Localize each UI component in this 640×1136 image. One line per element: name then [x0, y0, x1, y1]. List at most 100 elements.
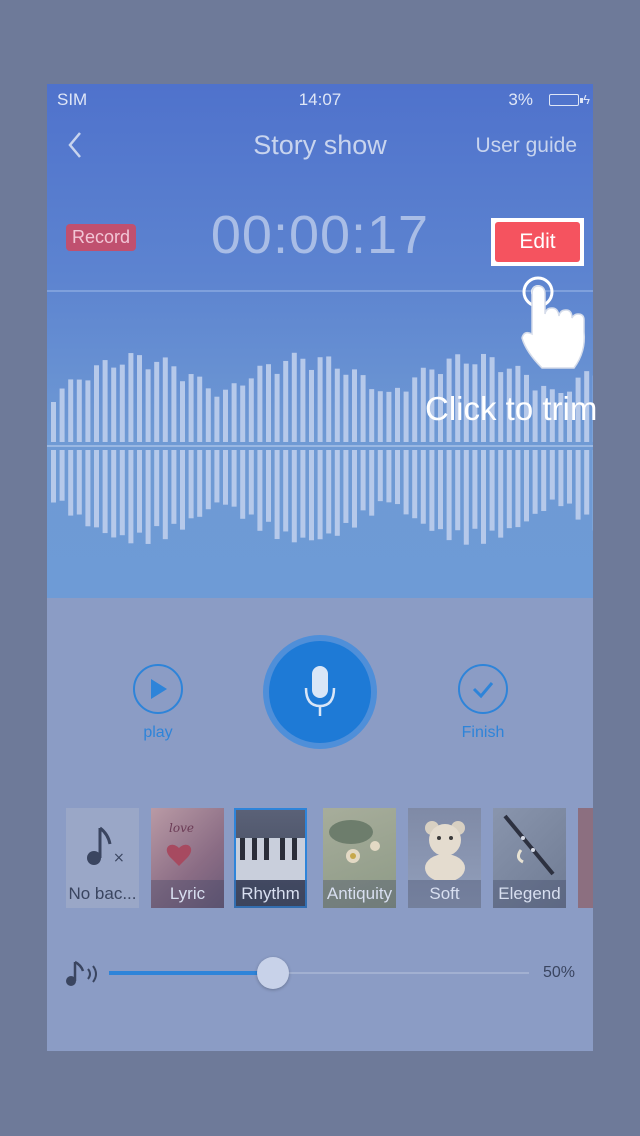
style-antiquity[interactable]: Antiquity: [323, 808, 396, 908]
record-button-inner[interactable]: [269, 641, 371, 743]
style-elegend[interactable]: Elegend: [493, 808, 566, 908]
wave-bar-bottom: [197, 450, 203, 517]
wave-bar-bottom: [524, 450, 529, 522]
wave-bar-bottom: [455, 450, 461, 531]
wave-bar-top: [403, 391, 409, 442]
wave-bar-bottom: [171, 450, 177, 524]
love-heart-image: love: [166, 821, 194, 866]
user-guide-link[interactable]: User guide: [475, 134, 577, 158]
volume-slider-knob[interactable]: [257, 957, 289, 989]
wave-bar-top: [352, 369, 357, 442]
wave-bar-top: [145, 369, 151, 442]
wave-bar-top: [395, 387, 400, 442]
record-button[interactable]: [263, 635, 377, 749]
wave-bar-bottom: [59, 450, 65, 501]
wave-bar-bottom: [438, 450, 443, 530]
wave-bar-bottom: [515, 450, 521, 528]
lotus-painting-image: [329, 820, 380, 863]
wave-bar-bottom: [360, 450, 366, 511]
wave-bar-bottom: [412, 450, 418, 519]
piano-keys-image: [234, 838, 307, 880]
wave-bar-bottom: [420, 450, 426, 524]
wave-bar-top: [309, 369, 314, 442]
wave-bar-bottom: [300, 450, 306, 538]
wave-bar-top: [386, 391, 392, 442]
volume-fill: [109, 971, 273, 975]
wave-bar-top: [94, 365, 99, 442]
style-no-background[interactable]: × No bac...: [66, 808, 139, 908]
nav-bar: Story show User guide: [47, 124, 593, 170]
wave-bar-bottom: [51, 450, 56, 503]
finish-button[interactable]: [458, 664, 508, 714]
wave-bar-bottom: [283, 450, 289, 532]
wave-bar-bottom: [223, 450, 228, 505]
style-rhythm[interactable]: Rhythm: [234, 808, 307, 908]
wave-bar-bottom: [248, 450, 254, 515]
wave-bar-bottom: [463, 450, 469, 545]
wave-bar-top: [248, 378, 254, 442]
wave-bar-bottom: [472, 450, 478, 529]
wave-bar-bottom: [180, 450, 185, 530]
wave-bar-bottom: [231, 450, 237, 507]
wave-bar-top: [291, 352, 297, 442]
wave-bar-bottom: [343, 450, 349, 523]
wave-bar-bottom: [369, 450, 375, 516]
style-partial[interactable]: [578, 808, 593, 908]
wave-bar-top: [257, 365, 263, 442]
wave-bar-top: [360, 375, 366, 442]
check-icon: [472, 682, 494, 699]
wave-bar-bottom: [85, 450, 91, 527]
wave-bar-bottom: [266, 450, 271, 522]
style-lyric[interactable]: love Lyric: [151, 808, 224, 908]
music-style-list: × No bac... love Lyric Rhythm Antiquity …: [47, 808, 593, 910]
wave-bar-bottom: [352, 450, 357, 528]
wave-bar-bottom: [214, 450, 220, 503]
pointing-hand-icon: [521, 276, 586, 369]
wave-bar-top: [68, 379, 74, 442]
edit-button[interactable]: Edit: [495, 222, 580, 262]
wave-bar-bottom: [188, 450, 194, 519]
wave-bar-top: [274, 373, 280, 442]
wave-bar-top: [412, 377, 418, 442]
wave-bar-bottom: [240, 450, 246, 519]
style-label: Rhythm: [234, 880, 307, 908]
wave-bar-bottom: [377, 450, 383, 502]
finish-control[interactable]: Finish: [453, 664, 513, 742]
wave-bar-bottom: [395, 450, 400, 505]
wave-bar-bottom: [549, 450, 555, 500]
microphone-icon: [304, 666, 336, 716]
wave-bar-top: [205, 388, 211, 442]
style-label: Elegend: [493, 880, 566, 908]
wave-bar-top: [283, 360, 289, 442]
wave-bar-bottom: [94, 450, 99, 528]
wave-bar-top: [223, 389, 228, 442]
wave-bar-bottom: [291, 450, 297, 543]
wave-bar-bottom: [102, 450, 108, 534]
wave-bar-bottom: [257, 450, 263, 531]
svg-text:love: love: [169, 821, 194, 835]
wave-bar-top: [197, 376, 203, 442]
style-label: Soft: [408, 880, 481, 908]
wave-bar-top: [300, 358, 306, 442]
battery-icon: [549, 94, 583, 106]
wave-bar-bottom: [558, 450, 564, 507]
edit-highlight: Edit: [491, 218, 584, 266]
wave-bar-bottom: [584, 450, 590, 515]
svg-text:×: ×: [113, 850, 125, 866]
wave-bar-bottom: [76, 450, 82, 515]
music-volume-icon: [66, 960, 97, 986]
volume-control: 50%: [47, 952, 593, 992]
wave-bar-bottom: [128, 450, 134, 544]
play-control[interactable]: play: [131, 664, 185, 742]
play-label: play: [143, 724, 173, 741]
wave-bar-top: [128, 353, 134, 442]
wave-bar-top: [214, 396, 220, 442]
play-icon: [151, 679, 167, 699]
wave-bar-top: [162, 357, 168, 442]
wave-bar-top: [180, 381, 185, 442]
wave-bar-bottom: [119, 450, 125, 536]
wave-bar-bottom: [386, 450, 392, 503]
style-soft[interactable]: Soft: [408, 808, 481, 908]
play-button[interactable]: [133, 664, 183, 714]
wave-bar-bottom: [532, 450, 538, 514]
